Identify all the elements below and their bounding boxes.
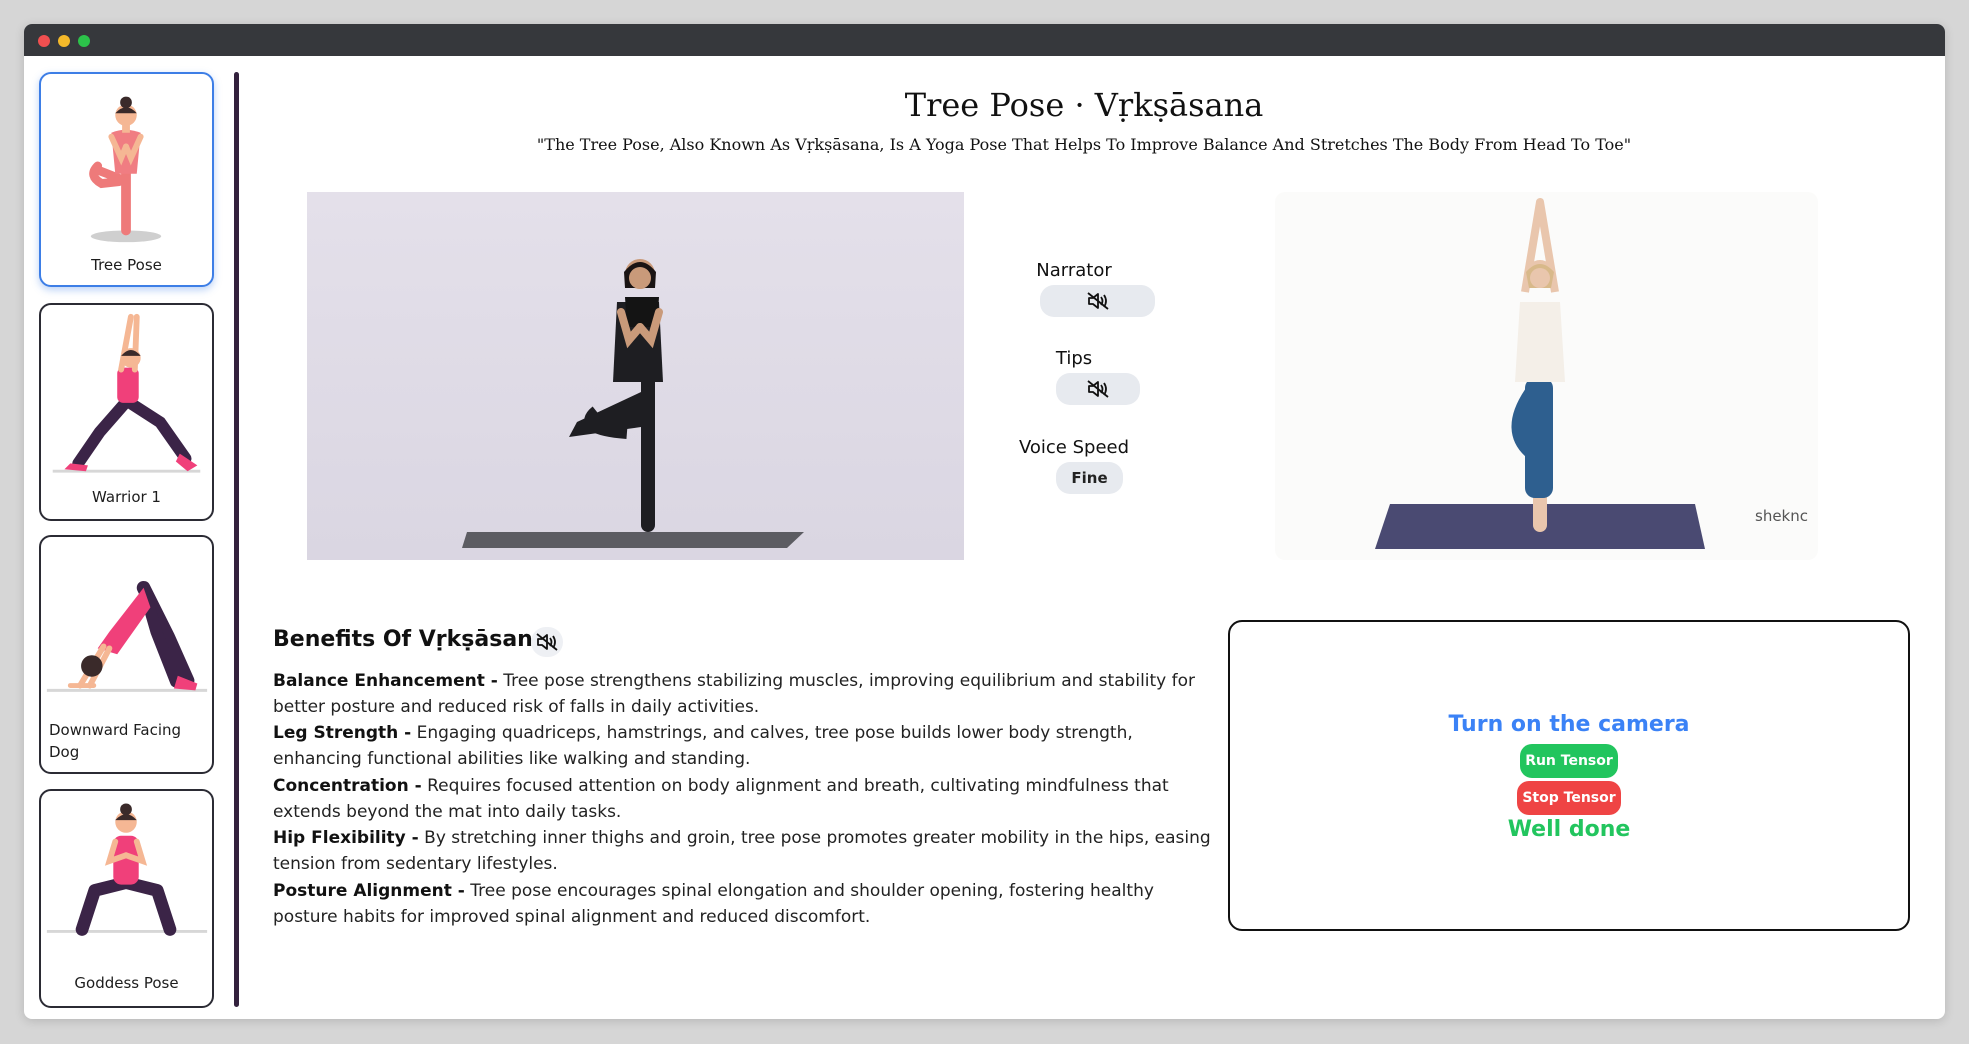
warrior-pose-illustration-icon bbox=[52, 313, 201, 473]
image-watermark: sheknc bbox=[1755, 507, 1808, 525]
title-bar bbox=[24, 24, 1945, 56]
tips-toggle-button[interactable] bbox=[1056, 373, 1140, 405]
app-window: Tree Pose Warrior 1 Downward Facing Dog … bbox=[24, 24, 1945, 1019]
minimize-window-button[interactable] bbox=[58, 35, 70, 47]
sidebar-item-label: Goddess Pose bbox=[74, 974, 179, 992]
pose-demo-image bbox=[307, 192, 964, 560]
sidebar-item-label: Downward Facing Dog bbox=[49, 721, 182, 761]
narrator-toggle-button[interactable] bbox=[1040, 285, 1155, 317]
goddess-pose-illustration-icon bbox=[46, 803, 208, 936]
sidebar-item-goddess-pose[interactable]: Goddess Pose bbox=[39, 789, 214, 1008]
benefit-item: Leg Strength - Engaging quadriceps, hams… bbox=[273, 720, 1213, 772]
sidebar-item-warrior-1[interactable]: Warrior 1 bbox=[39, 303, 214, 521]
benefits-audio-button[interactable] bbox=[531, 627, 563, 657]
camera-panel: Turn on the camera Run Tensor Stop Tenso… bbox=[1228, 620, 1910, 931]
tree-pose-demo-figure-icon bbox=[462, 259, 804, 548]
sidebar-divider bbox=[234, 72, 239, 1007]
benefit-item: Posture Alignment - Tree pose encourages… bbox=[273, 878, 1213, 930]
pose-reference-image: sheknc bbox=[1275, 192, 1818, 560]
benefit-item: Concentration - Requires focused attenti… bbox=[273, 773, 1213, 825]
benefit-name: Hip Flexibility - bbox=[273, 828, 419, 848]
benefit-name: Concentration - bbox=[273, 776, 422, 796]
speaker-muted-icon bbox=[1086, 292, 1109, 310]
benefit-name: Balance Enhancement - bbox=[273, 671, 498, 691]
benefit-name: Posture Alignment - bbox=[273, 881, 465, 901]
stop-tensor-button[interactable]: Stop Tensor bbox=[1517, 781, 1621, 815]
maximize-window-button[interactable] bbox=[78, 35, 90, 47]
run-tensor-button[interactable]: Run Tensor bbox=[1520, 744, 1618, 778]
tips-label: Tips bbox=[1055, 348, 1093, 369]
speaker-muted-icon bbox=[1087, 380, 1109, 398]
page-subtitle: "The Tree Pose, Also Known As Vṛkṣāsana,… bbox=[536, 135, 1632, 154]
camera-prompt: Turn on the camera bbox=[1448, 712, 1690, 737]
sidebar-item-downward-facing-dog[interactable]: Downward Facing Dog bbox=[39, 535, 214, 774]
downward-dog-illustration-icon bbox=[46, 580, 208, 692]
sidebar-item-label: Tree Pose bbox=[91, 256, 162, 274]
tree-pose-reference-figure-icon bbox=[1375, 198, 1705, 549]
benefit-item: Balance Enhancement - Tree pose strength… bbox=[273, 668, 1213, 720]
benefit-item: Hip Flexibility - By stretching inner th… bbox=[273, 825, 1213, 877]
close-window-button[interactable] bbox=[38, 35, 50, 47]
sidebar-item-label: Warrior 1 bbox=[92, 488, 161, 506]
narrator-label: Narrator bbox=[1036, 260, 1112, 281]
sidebar-item-tree-pose[interactable]: Tree Pose bbox=[39, 72, 214, 287]
speaker-muted-icon bbox=[536, 633, 558, 651]
pose-feedback-status: Well done bbox=[1507, 817, 1631, 842]
tree-pose-illustration-icon bbox=[89, 96, 162, 243]
voice-speed-select[interactable]: Fine bbox=[1056, 462, 1123, 494]
page-title: Tree Pose · Vṛkṣāsana bbox=[904, 86, 1264, 124]
voice-speed-label: Voice Speed bbox=[1018, 437, 1130, 458]
benefit-name: Leg Strength - bbox=[273, 723, 412, 743]
benefits-heading: Benefits Of Vṛkṣāsana bbox=[273, 627, 548, 652]
